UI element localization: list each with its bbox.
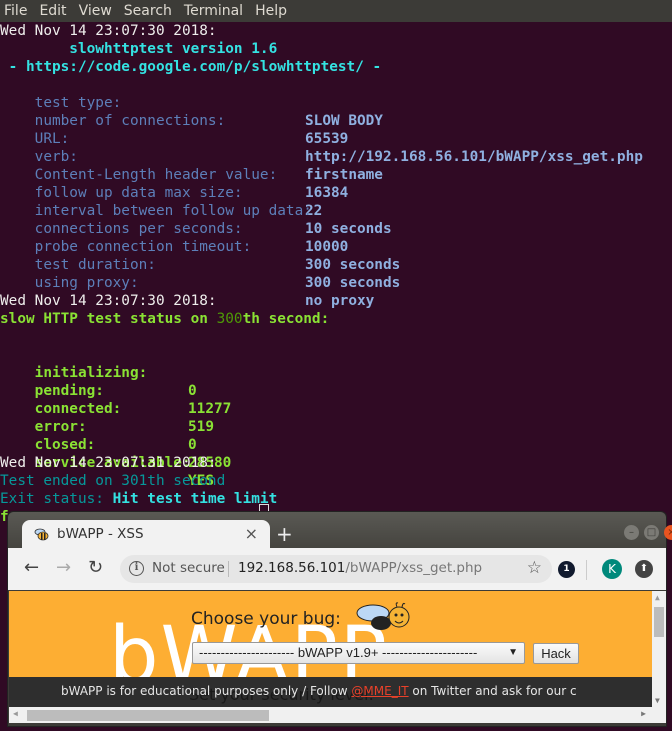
scroll-right-icon[interactable]: ▶ (641, 709, 646, 718)
footer-text: bWAPP is for educational purposes only /… (61, 684, 577, 698)
config-row: Content-Length header value: 16384 (0, 148, 672, 201)
vertical-scrollbar[interactable]: ▲ ▼ (652, 591, 666, 707)
menu-file[interactable]: File (4, 3, 27, 19)
status-timestamp: Wed Nov 14 23:07:30 2018: (0, 293, 217, 309)
minimize-button[interactable]: – (624, 525, 639, 540)
not-secure-label[interactable]: Not secure (152, 560, 225, 576)
status-title-suffix: th second: (242, 311, 330, 327)
status-row: error: 0 (0, 400, 400, 453)
tab-close-icon[interactable]: × (245, 524, 258, 543)
config-row: number of connections: 65539 (0, 94, 672, 147)
version-line: slowhttptest version 1.6 (0, 41, 278, 57)
config-row: probe connection timeout: 300 seconds (0, 220, 672, 273)
config-row: test duration: 300 seconds (0, 238, 672, 291)
menu-view[interactable]: View (79, 3, 112, 19)
dropdown-arrow-icon: ▼ (508, 647, 518, 658)
menu-terminal[interactable]: Terminal (184, 3, 243, 19)
page-viewport: bWAPP Choose your bug: -----------------… (9, 591, 652, 707)
menu-edit[interactable]: Edit (39, 3, 66, 19)
browser-window: bWAPP - XSS × + – □ × ← → ↻ i Not secure… (7, 511, 672, 727)
tab-strip: bWAPP - XSS × + – □ × (8, 512, 672, 549)
status-row: closed: 28580 (0, 418, 400, 471)
bee-mascot-icon (356, 602, 410, 630)
footer-prefix: bWAPP is for educational purposes only /… (61, 684, 352, 698)
menu-help[interactable]: Help (255, 3, 287, 19)
scroll-left-icon[interactable]: ◀ (13, 709, 18, 718)
status-row: connected: 519 (0, 382, 400, 435)
config-row: verb: firstname (0, 130, 672, 183)
browser-toolbar: ← → ↻ i Not secure 192.168.56.101/bWAPP/… (8, 548, 666, 590)
url-path: /bWAPP/xss_get.php (345, 560, 483, 576)
reload-button[interactable]: ↻ (88, 558, 103, 578)
header-timestamp: Wed Nov 14 23:07:30 2018: (0, 23, 217, 39)
status-title: slow HTTP test status on 300th second: (0, 310, 329, 328)
status-row: service available: YES (0, 436, 400, 489)
info-icon[interactable]: i (129, 561, 144, 576)
config-row: follow up data max size: 22 (0, 166, 672, 219)
scroll-up-icon[interactable]: ▲ (655, 593, 660, 602)
status-title-prefix: slow HTTP test status on (0, 311, 217, 327)
config-value: no proxy (305, 293, 375, 309)
terminal-menubar: File Edit View Search Terminal Help (0, 0, 672, 22)
config-row: interval between follow up data: 10 seco… (0, 184, 672, 237)
toolbar-divider (586, 560, 587, 580)
config-row: connections per seconds: 10000 (0, 202, 672, 255)
omnibox-divider (228, 561, 229, 577)
url-host: 192.168.56.101 (238, 560, 346, 576)
footer-suffix: on Twitter and ask for our c (408, 684, 577, 698)
config-row: URL: http://192.168.56.101/bWAPP/xss_get… (0, 112, 672, 165)
url-line: - https://code.google.com/p/slowhttptest… (0, 59, 382, 75)
profile-avatar[interactable]: K (602, 559, 622, 579)
hack-button[interactable]: Hack (533, 643, 579, 664)
new-tab-button[interactable]: + (276, 524, 293, 544)
page-footer: Set your security level: bWAPP is for ed… (9, 677, 652, 707)
menu-search[interactable]: Search (124, 3, 172, 19)
choose-bug-label: Choose your bug: (191, 609, 341, 629)
forward-button[interactable]: → (56, 558, 71, 578)
bookmark-star-icon[interactable]: ☆ (527, 558, 542, 578)
config-value: 300 seconds (305, 275, 401, 291)
url-text[interactable]: 192.168.56.101/bWAPP/xss_get.php (238, 560, 482, 576)
status-row: initializing: 0 (0, 346, 400, 399)
config-row: using proxy: no proxy (0, 256, 672, 309)
bug-select-value: ---------------------- bWAPP v1.9+ -----… (199, 645, 478, 660)
exit-status-label: Exit status: (0, 491, 113, 507)
config-label: using proxy: (34, 275, 139, 291)
update-icon[interactable]: ⬆ (635, 560, 653, 578)
twitter-link[interactable]: @MME_IT (351, 684, 408, 698)
exit-status-value: Hit test time limit (112, 491, 278, 507)
scrollbar-corner (652, 707, 666, 723)
horizontal-scrollbar[interactable]: ◀ ▶ (9, 707, 652, 723)
exit-status-line: Exit status: Hit test time limit (0, 490, 277, 508)
close-window-button[interactable]: × (664, 525, 672, 540)
bee-favicon-icon (34, 528, 49, 541)
bug-select-dropdown[interactable]: ---------------------- bWAPP v1.9+ -----… (192, 642, 525, 664)
tab-title: bWAPP - XSS (57, 526, 144, 542)
horizontal-scroll-thumb[interactable] (27, 710, 269, 721)
extension-badge-icon[interactable]: 1 (558, 561, 575, 578)
back-button[interactable]: ← (24, 558, 39, 578)
end-timestamp: Wed Nov 14 23:07:31 2018: (0, 455, 217, 471)
status-row: pending: 11277 (0, 364, 400, 417)
status-title-number: 300 (216, 311, 243, 327)
config-row: test type: SLOW BODY (0, 76, 672, 129)
scroll-down-icon[interactable]: ▼ (655, 696, 660, 705)
maximize-button[interactable]: □ (644, 525, 659, 540)
tab-bwapp-xss[interactable]: bWAPP - XSS × (22, 520, 270, 549)
test-ended-line: Test ended on 301th second (0, 473, 226, 489)
vertical-scroll-thumb[interactable] (654, 607, 664, 637)
address-bar[interactable]: i Not secure 192.168.56.101/bWAPP/xss_ge… (120, 555, 552, 583)
